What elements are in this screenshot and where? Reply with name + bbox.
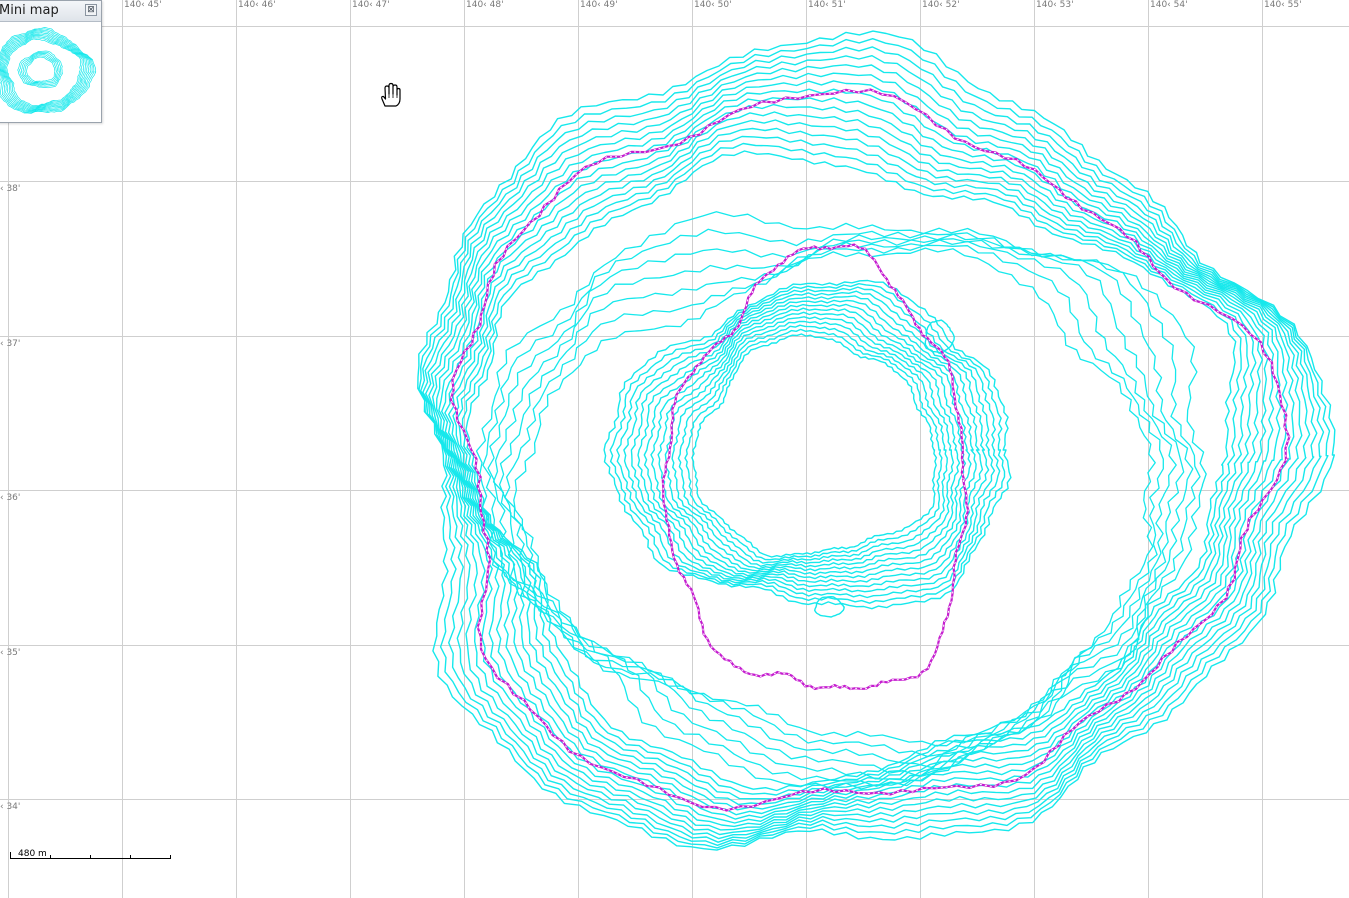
longitude-label: 140‹ 45' bbox=[124, 0, 162, 10]
contour-line bbox=[684, 328, 943, 561]
latitude-label: ‹ 36' bbox=[0, 493, 21, 503]
latitude-label: ‹ 35' bbox=[0, 648, 21, 658]
contour-line bbox=[650, 307, 972, 576]
close-icon[interactable]: ⊠ bbox=[85, 4, 97, 16]
mini-map-title: Mini map bbox=[0, 3, 59, 18]
longitude-label: 140‹ 54' bbox=[1150, 0, 1188, 10]
mini-contour-line bbox=[0, 30, 92, 112]
longitude-label: 140‹ 50' bbox=[694, 0, 732, 10]
contour-line bbox=[814, 596, 845, 618]
scale-label: 480 m bbox=[18, 849, 47, 859]
contour-line bbox=[448, 119, 1264, 811]
highlighted-contour-dash bbox=[450, 88, 1290, 812]
contour-line bbox=[438, 97, 1282, 824]
latitude-label: ‹ 37' bbox=[0, 339, 21, 349]
contour-line bbox=[417, 30, 1336, 851]
longitude-label: 140‹ 48' bbox=[466, 0, 504, 10]
map-canvas[interactable] bbox=[0, 0, 1349, 898]
longitude-label: 140‹ 49' bbox=[580, 0, 618, 10]
contour-line bbox=[487, 233, 1194, 782]
latitude-label: ‹ 34' bbox=[0, 802, 21, 812]
mini-map-preview[interactable] bbox=[0, 22, 101, 122]
longitude-label: 140‹ 52' bbox=[922, 0, 960, 10]
mini-contour-line bbox=[26, 56, 56, 82]
longitude-label: 140‹ 46' bbox=[238, 0, 276, 10]
longitude-label: 140‹ 55' bbox=[1264, 0, 1302, 10]
contour-line bbox=[425, 64, 1311, 840]
highlighted-contour bbox=[449, 88, 1291, 812]
contour-lines bbox=[417, 30, 1336, 851]
longitude-label: 140‹ 47' bbox=[352, 0, 390, 10]
contour-line bbox=[616, 286, 1001, 599]
contour-line bbox=[657, 311, 967, 572]
contour-line bbox=[630, 295, 990, 588]
highlighted-contour-dash bbox=[662, 244, 969, 690]
contour-line bbox=[420, 46, 1325, 846]
highlighted-contour-line bbox=[449, 88, 1291, 812]
longitude-label: 140‹ 53' bbox=[1036, 0, 1074, 10]
mini-map-titlebar[interactable]: Mini map ⊠ bbox=[0, 1, 101, 22]
contour-line bbox=[456, 135, 1250, 800]
latitude-label: ‹ 38' bbox=[0, 184, 21, 194]
mini-map-panel[interactable]: Mini map ⊠ bbox=[0, 0, 102, 123]
hand-pan-icon bbox=[381, 82, 401, 107]
contour-line bbox=[444, 111, 1269, 816]
highlighted-contour-line bbox=[661, 243, 970, 691]
contour-line bbox=[432, 80, 1295, 831]
longitude-label: 140‹ 51' bbox=[808, 0, 846, 10]
contour-line bbox=[691, 333, 938, 558]
contour-line bbox=[504, 244, 1164, 758]
contour-line bbox=[513, 247, 1156, 747]
